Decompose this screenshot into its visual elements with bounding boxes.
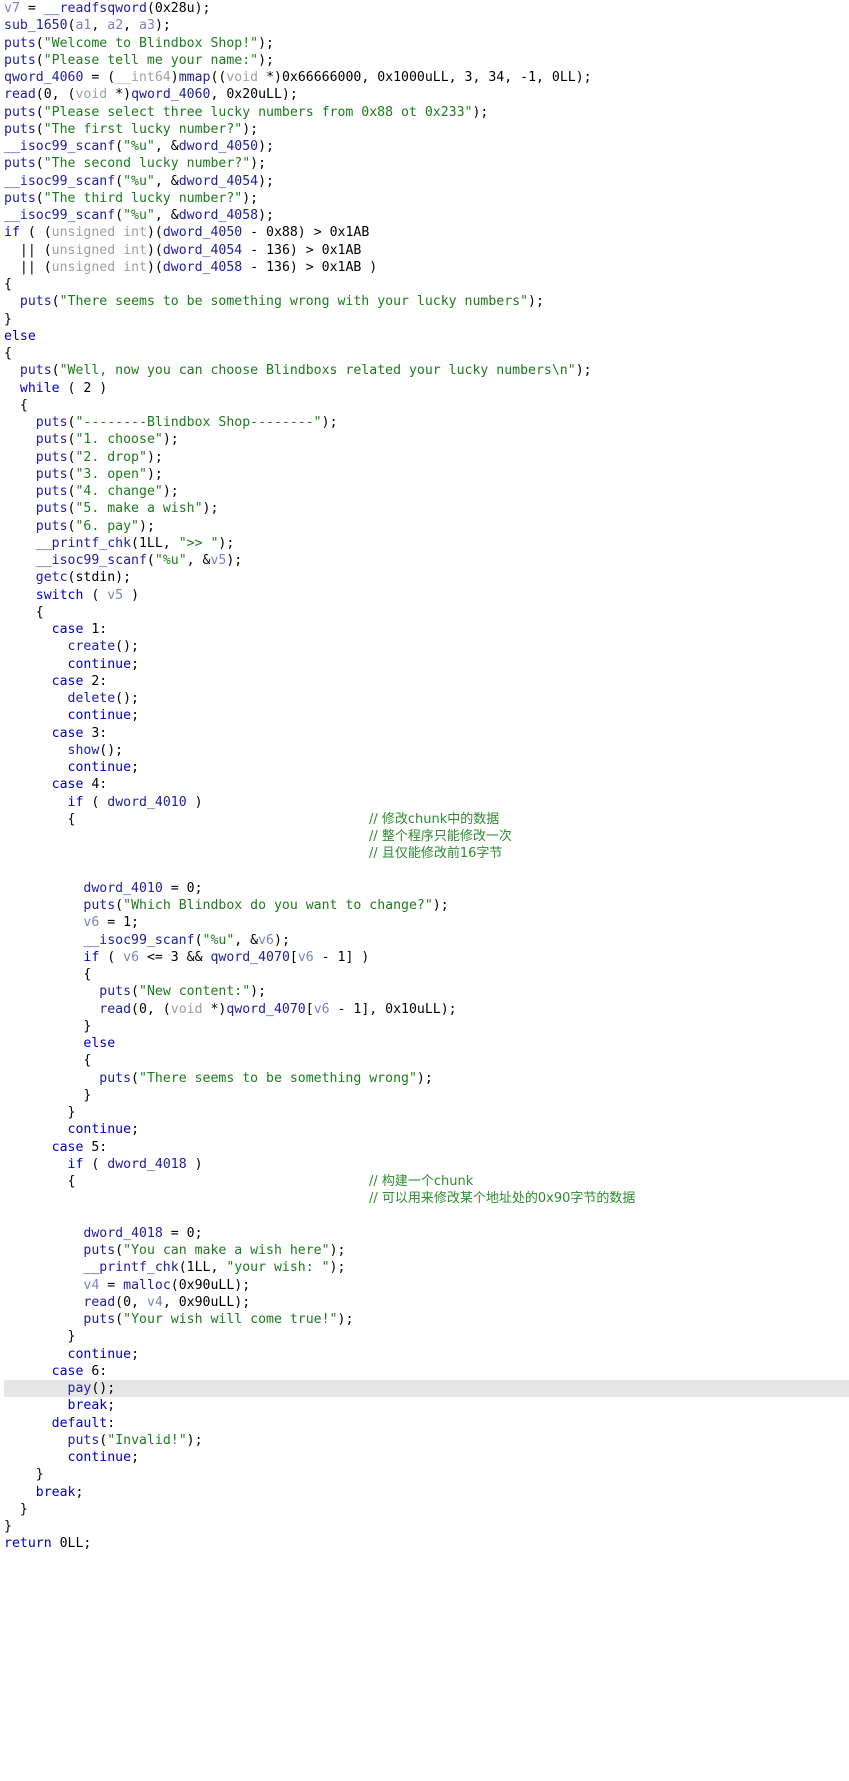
code-line[interactable]: puts("4. change"); xyxy=(4,483,849,500)
code-line[interactable]: puts("There seems to be something wrong"… xyxy=(4,1070,849,1087)
code-line[interactable]: case 6: xyxy=(4,1363,849,1380)
code-line[interactable]: puts("You can make a wish here"); xyxy=(4,1242,849,1259)
code-line[interactable]: __printf_chk(1LL, ">> "); xyxy=(4,535,849,552)
code-line[interactable]: delete(); xyxy=(4,690,849,707)
code-line[interactable]: puts("--------Blindbox Shop--------"); xyxy=(4,414,849,431)
code-line[interactable]: puts("The first lucky number?"); xyxy=(4,121,849,138)
code-line[interactable]: if ( dword_4018 ) xyxy=(4,1156,849,1173)
code-line[interactable]: default: xyxy=(4,1415,849,1432)
annotation-comment-2-line-2: // 可以用来修改某个地址处的0x90字节的数据 xyxy=(369,1191,636,1207)
code-line[interactable]: puts("Your wish will come true!"); xyxy=(4,1311,849,1328)
code-line[interactable]: || (unsigned int)(dword_4058 - 136) > 0x… xyxy=(4,259,849,276)
code-line[interactable]: { xyxy=(4,966,849,983)
code-line[interactable]: continue; xyxy=(4,1121,849,1138)
code-line[interactable]: continue; xyxy=(4,656,849,673)
code-line[interactable]: return 0LL; xyxy=(4,1535,849,1552)
code-line[interactable]: || (unsigned int)(dword_4054 - 136) > 0x… xyxy=(4,242,849,259)
code-line[interactable]: puts("There seems to be something wrong … xyxy=(4,293,849,310)
pseudocode-view[interactable]: v7 = __readfsqword(0x28u); sub_1650(a1, … xyxy=(0,0,849,1553)
code-line[interactable]: getc(stdin); xyxy=(4,569,849,586)
code-line[interactable]: sub_1650(a1, a2, a3); xyxy=(4,17,849,34)
code-line[interactable]: switch ( v5 ) xyxy=(4,587,849,604)
code-line[interactable]: v6 = 1; xyxy=(4,914,849,931)
code-line[interactable]: break; xyxy=(4,1484,849,1501)
code-line[interactable]: __isoc99_scanf("%u", &v5); xyxy=(4,552,849,569)
code-line[interactable]: } xyxy=(4,1518,849,1535)
code-line[interactable]: if ( v6 <= 3 && qword_4070[v6 - 1] ) xyxy=(4,949,849,966)
code-line[interactable]: read(0, (void *)qword_4060, 0x20uLL); xyxy=(4,86,849,103)
code-line[interactable]: case 5: xyxy=(4,1139,849,1156)
code-line[interactable]: dword_4010 = 0; xyxy=(4,880,849,897)
code-line[interactable]: {// 构建一个chunk xyxy=(4,1173,849,1190)
code-line[interactable]: __isoc99_scanf("%u", &dword_4058); xyxy=(4,207,849,224)
code-line[interactable]: } xyxy=(4,1104,849,1121)
code-line[interactable]: } xyxy=(4,1087,849,1104)
code-line[interactable]: case 3: xyxy=(4,725,849,742)
code-line[interactable]: } xyxy=(4,1466,849,1483)
code-line[interactable]: while ( 2 ) xyxy=(4,380,849,397)
code-line[interactable]: __isoc99_scanf("%u", &dword_4050); xyxy=(4,138,849,155)
code-line[interactable]: // 整个程序只能修改一次 xyxy=(4,828,849,845)
code-line[interactable]: puts("The second lucky number?"); xyxy=(4,155,849,172)
code-line[interactable]: break; xyxy=(4,1397,849,1414)
code-line[interactable]: show(); xyxy=(4,742,849,759)
code-line[interactable]: puts("Please select three lucky numbers … xyxy=(4,104,849,121)
code-line[interactable]: // 可以用来修改某个地址处的0x90字节的数据 xyxy=(4,1190,849,1207)
code-line[interactable]: // 且仅能修改前16字节 xyxy=(4,845,849,862)
code-line[interactable]: read(0, v4, 0x90uLL); xyxy=(4,1294,849,1311)
code-line[interactable]: continue; xyxy=(4,1449,849,1466)
code-line[interactable]: continue; xyxy=(4,759,849,776)
code-line[interactable] xyxy=(4,1208,849,1225)
code-line[interactable]: } xyxy=(4,311,849,328)
code-line[interactable]: __isoc99_scanf("%u", &v6); xyxy=(4,932,849,949)
code-line[interactable]: puts("3. open"); xyxy=(4,466,849,483)
code-line[interactable]: puts("Welcome to Blindbox Shop!"); xyxy=(4,35,849,52)
code-line[interactable]: else xyxy=(4,1035,849,1052)
code-line[interactable]: puts("Well, now you can choose Blindboxs… xyxy=(4,362,849,379)
code-line[interactable]: { xyxy=(4,397,849,414)
code-line[interactable]: } xyxy=(4,1501,849,1518)
code-line[interactable]: case 4: xyxy=(4,776,849,793)
code-line[interactable]: puts("Which Blindbox do you want to chan… xyxy=(4,897,849,914)
code-line[interactable]: case 2: xyxy=(4,673,849,690)
code-line[interactable]: create(); xyxy=(4,638,849,655)
code-line[interactable]: { xyxy=(4,345,849,362)
code-line[interactable]: puts("Please tell me your name:"); xyxy=(4,52,849,69)
code-line[interactable]: qword_4060 = (__int64)mmap((void *)0x666… xyxy=(4,69,849,86)
code-line[interactable]: read(0, (void *)qword_4070[v6 - 1], 0x10… xyxy=(4,1001,849,1018)
code-line[interactable]: puts("5. make a wish"); xyxy=(4,500,849,517)
code-line[interactable]: __printf_chk(1LL, "your wish: "); xyxy=(4,1259,849,1276)
code-line[interactable]: {// 修改chunk中的数据 xyxy=(4,811,849,828)
code-line[interactable] xyxy=(4,863,849,880)
code-line[interactable]: puts("6. pay"); xyxy=(4,518,849,535)
annotation-comment-2-line-1: // 构建一个chunk xyxy=(369,1174,474,1189)
code-line-highlighted[interactable]: pay(); xyxy=(4,1380,849,1398)
code-line[interactable]: __isoc99_scanf("%u", &dword_4054); xyxy=(4,173,849,190)
code-line[interactable]: { xyxy=(4,276,849,293)
code-line[interactable]: v4 = malloc(0x90uLL); xyxy=(4,1277,849,1294)
annotation-comment-1-line-3: // 且仅能修改前16字节 xyxy=(369,846,503,862)
code-line[interactable]: dword_4018 = 0; xyxy=(4,1225,849,1242)
code-line[interactable]: if ( dword_4010 ) xyxy=(4,794,849,811)
code-line[interactable]: puts("1. choose"); xyxy=(4,431,849,448)
code-line[interactable]: { xyxy=(4,1052,849,1069)
code-line[interactable]: } xyxy=(4,1328,849,1345)
code-line[interactable]: puts("New content:"); xyxy=(4,983,849,1000)
code-line[interactable]: continue; xyxy=(4,707,849,724)
code-line[interactable]: puts("The third lucky number?"); xyxy=(4,190,849,207)
code-line[interactable]: puts("2. drop"); xyxy=(4,449,849,466)
code-line[interactable]: continue; xyxy=(4,1346,849,1363)
code-line[interactable]: puts("Invalid!"); xyxy=(4,1432,849,1449)
code-line[interactable]: } xyxy=(4,1018,849,1035)
code-line[interactable]: case 1: xyxy=(4,621,849,638)
code-line[interactable]: if ( (unsigned int)(dword_4050 - 0x88) >… xyxy=(4,224,849,241)
code-line[interactable]: { xyxy=(4,604,849,621)
code-line[interactable]: else xyxy=(4,328,849,345)
code-line[interactable]: v7 = __readfsqword(0x28u); xyxy=(4,0,849,17)
annotation-comment-1-line-2: // 整个程序只能修改一次 xyxy=(369,829,512,844)
annotation-comment-1-line-1: // 修改chunk中的数据 xyxy=(369,811,500,827)
